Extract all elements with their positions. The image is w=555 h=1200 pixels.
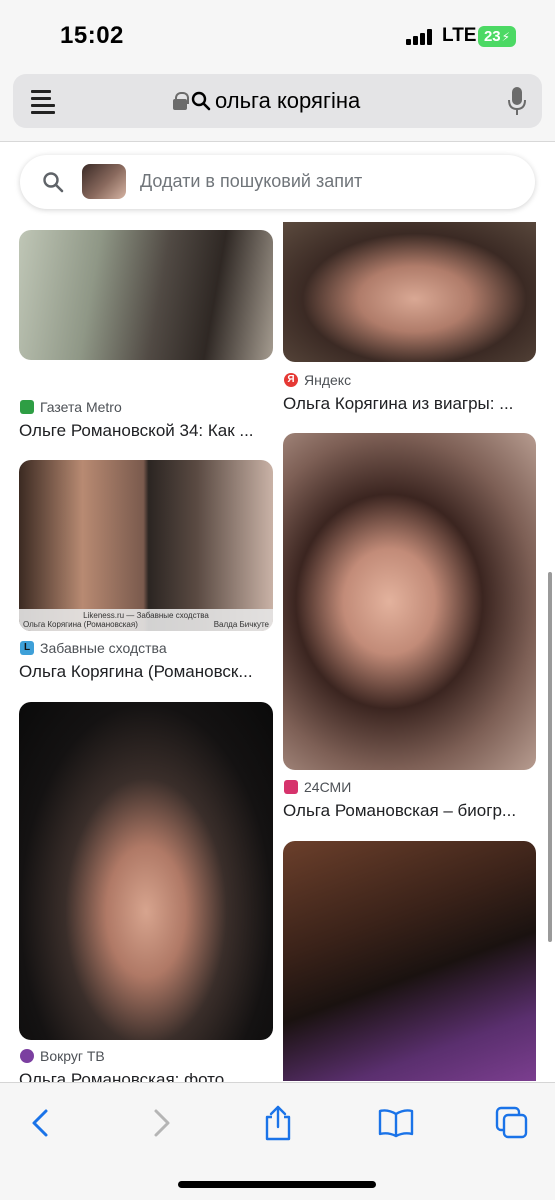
- result-source: Я Яндекс: [284, 372, 351, 388]
- microphone-icon[interactable]: [508, 86, 526, 116]
- likeness-favicon: L: [20, 641, 34, 655]
- browser-header: ольга корягіна: [0, 70, 555, 142]
- battery-level: 23: [483, 28, 501, 45]
- chevron-left-icon: [32, 1109, 48, 1137]
- address-text: ольга корягіна: [215, 88, 361, 113]
- result-image[interactable]: [19, 702, 273, 1040]
- scroll-indicator[interactable]: [548, 572, 552, 942]
- tabs-icon: [495, 1106, 528, 1139]
- image-right-name: Валда Бичкуте: [213, 620, 269, 629]
- chevron-right-icon: [154, 1109, 170, 1137]
- lock-icon: [173, 92, 189, 110]
- search-icon: [191, 91, 211, 111]
- add-to-query-chip[interactable]: Додати в пошуковий запит: [20, 155, 535, 209]
- chip-placeholder: Додати в пошуковий запит: [140, 171, 363, 191]
- result-image[interactable]: [283, 222, 536, 362]
- result-title[interactable]: Ольга Корягина (Романовск...: [19, 662, 273, 682]
- result-image[interactable]: [283, 841, 536, 1081]
- search-icon: [43, 172, 64, 193]
- cellular-signal-icon: [406, 29, 434, 45]
- image-site-caption: Likeness.ru — Забавные сходства: [83, 611, 209, 620]
- back-button[interactable]: [18, 1101, 62, 1145]
- book-icon: [378, 1109, 414, 1138]
- 24smi-favicon: [284, 780, 298, 794]
- query-image-thumbnail: [82, 164, 126, 199]
- result-title[interactable]: Ольга Романовская – биогр...: [283, 801, 536, 821]
- result-image[interactable]: Likeness.ru — Забавные сходства Ольга Ко…: [19, 460, 273, 631]
- image-left-name: Ольга Корягина (Романовская): [23, 620, 138, 629]
- home-indicator: [178, 1181, 376, 1188]
- address-bar[interactable]: ольга корягіна: [13, 74, 542, 128]
- share-icon: [265, 1105, 291, 1141]
- network-type: LTE: [442, 25, 477, 46]
- result-source: Газета Metro: [20, 399, 122, 415]
- yandex-favicon: Я: [284, 373, 298, 387]
- forward-button[interactable]: [140, 1101, 184, 1145]
- bookmarks-button[interactable]: [374, 1101, 418, 1145]
- result-source: Вокруг ТВ: [20, 1048, 105, 1064]
- tabs-button[interactable]: [490, 1101, 534, 1145]
- result-source: L Забавные сходства: [20, 640, 167, 656]
- result-title[interactable]: Ольге Романовской 34: Как ...: [19, 421, 273, 441]
- clock: 15:02: [60, 22, 124, 49]
- vokrug-tv-favicon: [20, 1049, 34, 1063]
- battery-icon: 23 ⚡: [478, 26, 516, 47]
- image-caption-strip: Likeness.ru — Забавные сходства Ольга Ко…: [19, 609, 273, 631]
- gazeta-metro-favicon: [20, 400, 34, 414]
- reader-mode-icon[interactable]: [31, 88, 55, 114]
- result-image[interactable]: [283, 433, 536, 770]
- share-button[interactable]: [256, 1101, 300, 1145]
- status-bar: 15:02 LTE 23 ⚡: [0, 0, 555, 70]
- result-title[interactable]: Ольга Корягина из виагры: ...: [283, 394, 536, 414]
- result-source: 24СМИ: [284, 779, 351, 795]
- result-image[interactable]: [19, 230, 273, 360]
